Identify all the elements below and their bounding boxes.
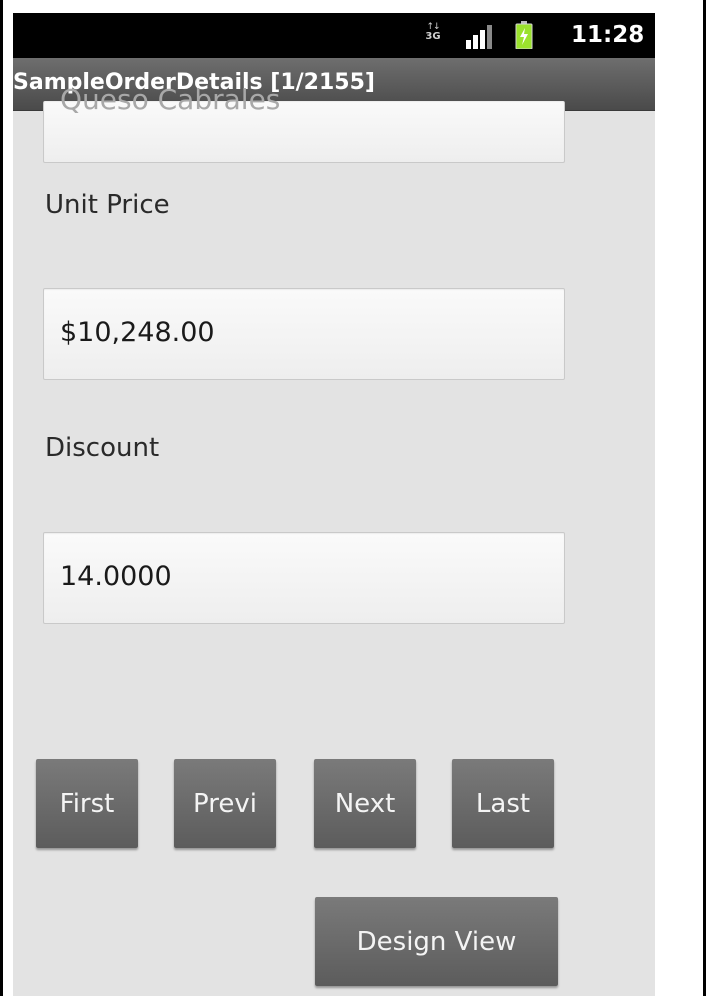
phone-screen: ↑↓ 3G 11:28 SampleOrderDetails [1/2155] … [13,13,655,996]
discount-field[interactable]: 14.0000 [43,532,565,624]
signal-icon [466,25,492,49]
last-button[interactable]: Last [452,759,554,848]
first-button[interactable]: First [36,759,138,848]
network-3g-icon: ↑↓ 3G [425,22,441,42]
previous-button[interactable]: Previ [174,759,276,848]
discount-label: Discount [45,433,160,463]
unit-price-label: Unit Price [45,190,170,220]
battery-icon [515,21,533,49]
discount-value: 14.0000 [60,561,172,592]
network-type-label: 3G [425,31,441,42]
status-bar: ↑↓ 3G 11:28 [13,13,655,58]
unit-price-value: $10,248.00 [60,317,215,348]
status-clock: 11:28 [571,22,645,48]
next-button[interactable]: Next [314,759,416,848]
design-view-button[interactable]: Design View [315,897,558,986]
unit-price-field[interactable]: $10,248.00 [43,288,565,380]
screenshot-frame: ↑↓ 3G 11:28 SampleOrderDetails [1/2155] … [0,0,706,996]
product-name-value: Queso Cabrales [60,83,281,116]
product-name-field[interactable]: Queso Cabrales [43,83,565,163]
